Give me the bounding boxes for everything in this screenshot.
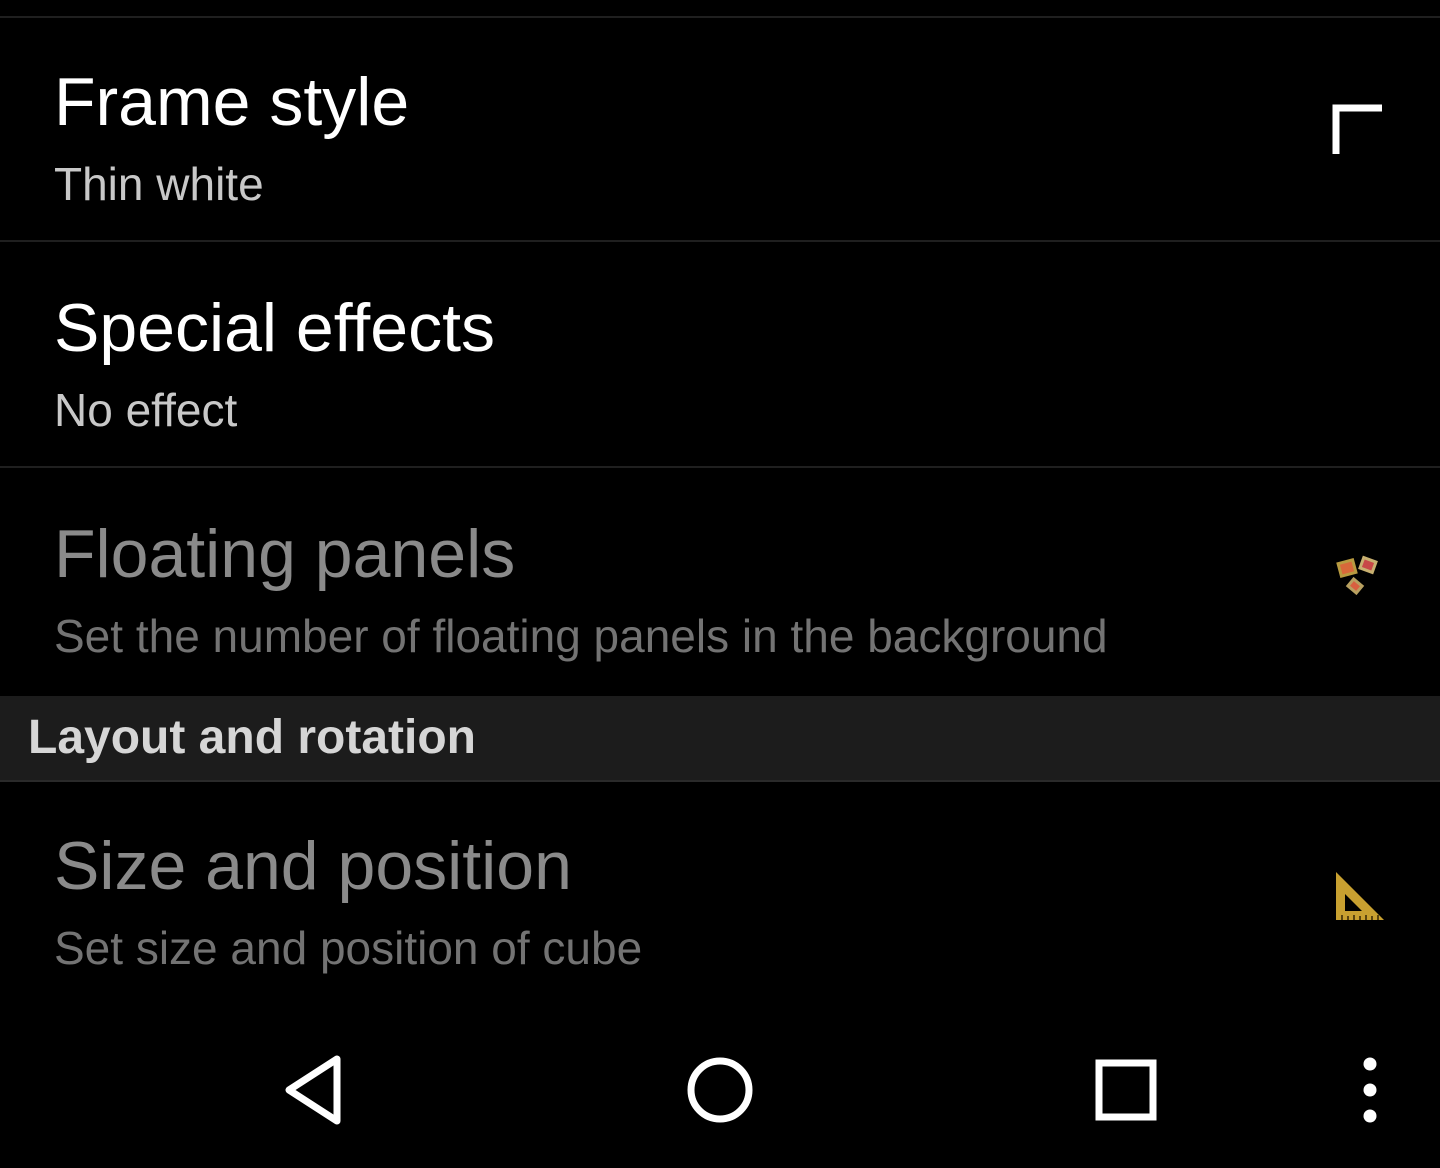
pref-summary: Set the number of floating panels in the… xyxy=(54,610,1108,662)
category-header: Layout and rotation xyxy=(0,696,1440,782)
floating-panels-icon xyxy=(1320,538,1400,618)
pref-summary: Thin white xyxy=(54,158,264,210)
pref-summary: No effect xyxy=(54,384,238,436)
navigation-bar xyxy=(0,1010,1440,1168)
frame-corner-icon xyxy=(1320,90,1400,170)
pref-title: Frame style xyxy=(54,64,410,140)
pref-title: Floating panels xyxy=(54,516,516,592)
category-label: Layout and rotation xyxy=(28,711,476,764)
pref-title: Special effects xyxy=(54,290,496,366)
pref-special-effects[interactable]: Special effects No effect xyxy=(0,244,1440,468)
recents-icon[interactable] xyxy=(1076,1040,1176,1140)
pref-summary: Set size and position of cube xyxy=(54,922,643,974)
set-square-ruler-icon xyxy=(1320,856,1400,936)
pref-floating-panels[interactable]: Floating panels Set the number of floati… xyxy=(0,470,1440,696)
back-icon[interactable] xyxy=(266,1040,366,1140)
home-icon[interactable] xyxy=(670,1040,770,1140)
overflow-menu-icon[interactable] xyxy=(1320,1040,1420,1140)
pref-size-and-position[interactable]: Size and position Set size and position … xyxy=(0,784,1440,1008)
pref-title: Size and position xyxy=(54,828,572,904)
pref-frame-style[interactable]: Frame style Thin white xyxy=(0,18,1440,242)
